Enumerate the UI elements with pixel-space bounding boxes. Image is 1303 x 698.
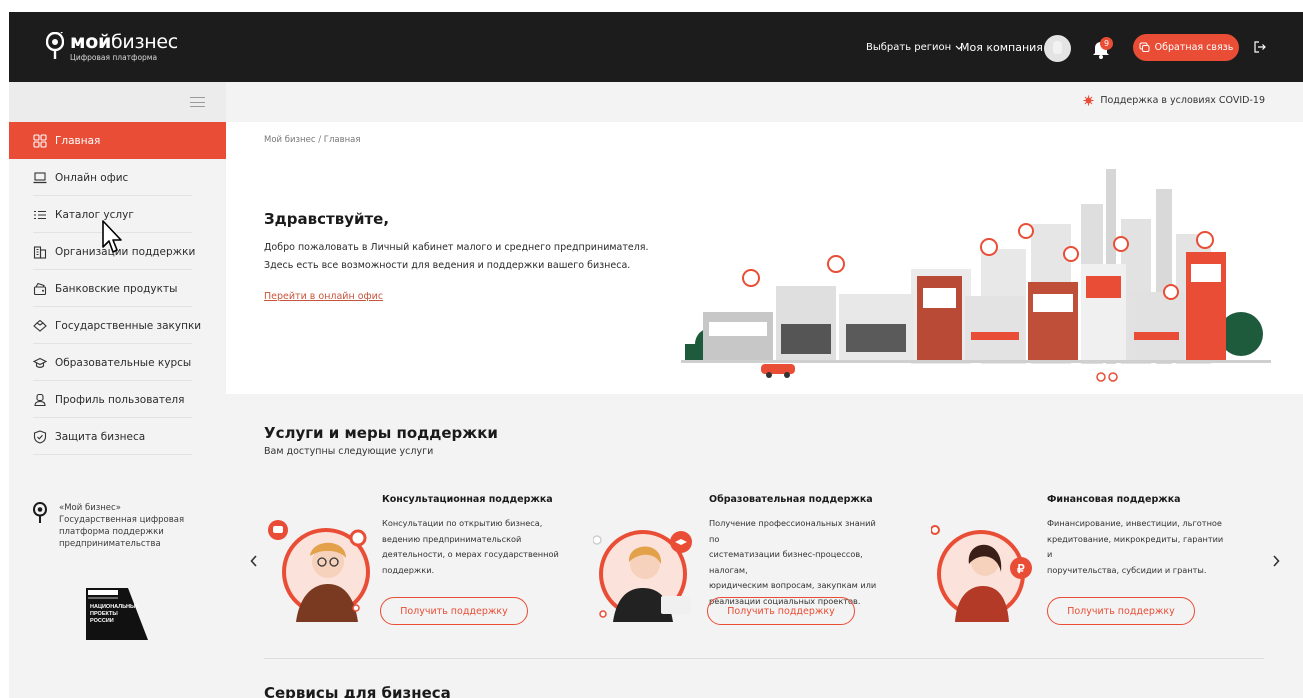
chevron-right-icon xyxy=(1273,555,1280,567)
sidebar-item-label: Главная xyxy=(55,134,101,147)
sidebar-item-label: Государственные закупки xyxy=(55,319,202,332)
service-card-line: юридическим вопросам, закупкам или xyxy=(709,580,877,590)
grid-icon xyxy=(33,133,47,148)
svg-text:₽: ₽ xyxy=(1017,562,1025,576)
service-card-line: Консультации по открытию бизнеса, xyxy=(382,518,543,528)
notification-badge: 9 xyxy=(1100,37,1113,50)
building-icon xyxy=(33,245,47,259)
chevron-left-icon xyxy=(250,555,257,567)
service-card-education: Образовательная поддержка Получение проф… xyxy=(593,492,893,632)
national-projects-logo: НАЦИОНАЛЬНЫЕ ПРОЕКТЫ РОССИИ xyxy=(86,588,148,640)
logout-icon[interactable] xyxy=(1253,40,1267,54)
service-card-line: поручительства, субсидии и гранты. xyxy=(1047,564,1207,575)
service-card-line: систематизации бизнес-процессов, налогам… xyxy=(709,549,863,575)
service-card-line: деятельности, о мерах государственной xyxy=(382,549,559,559)
student-illustration xyxy=(593,530,692,622)
welcome-text: Добро пожаловать в Личный кабинет малого… xyxy=(264,242,649,253)
sidebar-item-gov-purchases[interactable]: Государственные закупки xyxy=(9,307,226,344)
service-card-description: Финансирование, инвестиции, льготное кре… xyxy=(1047,516,1225,578)
np-logo-line: ПРОЕКТЫ xyxy=(90,611,118,617)
sidebar-item-label: Организации поддержки xyxy=(55,245,196,258)
logo-subtitle: Цифровая платформа xyxy=(70,53,158,62)
laptop-icon xyxy=(33,171,47,183)
logo-mark-icon xyxy=(33,502,47,523)
welcome-banner: Мой бизнес / Главная Здравствуйте, Добро… xyxy=(226,122,1303,394)
service-card-description: Получение профессиональных знаний по сис… xyxy=(709,516,887,609)
service-card-title: Консультационная поддержка xyxy=(382,494,553,505)
region-select[interactable]: Выбрать регион xyxy=(866,42,963,53)
my-company-link[interactable]: Моя компания xyxy=(960,41,1043,54)
handshake-icon xyxy=(33,319,47,332)
service-card-title: Финансовая поддержка xyxy=(1047,494,1181,505)
services-subtitle: Вам доступны следующие услуги xyxy=(264,446,434,457)
sidebar-item-business-protection[interactable]: Защита бизнеса xyxy=(9,418,226,455)
services-title: Услуги и меры поддержки xyxy=(264,424,498,442)
sidebar: Главная Онлайн офис Каталог услуг Органи… xyxy=(9,82,226,698)
shield-icon xyxy=(33,429,47,444)
platform-info-line: «Мой бизнес» xyxy=(59,503,121,513)
graduation-cap-icon xyxy=(33,357,47,368)
consultant-illustration xyxy=(268,520,370,622)
service-card-line: кредитование, микрокредиты, гарантии и xyxy=(1047,533,1224,560)
sidebar-item-profile[interactable]: Профиль пользователя xyxy=(9,381,226,418)
service-card-line: поддержки. xyxy=(382,564,435,575)
sidebar-item-label: Профиль пользователя xyxy=(55,393,185,406)
finance-illustration: ₽ xyxy=(931,525,1032,622)
avatar[interactable] xyxy=(1044,35,1071,62)
platform-info-line: предпринимательства xyxy=(59,539,161,549)
sidebar-item-label: Образовательные курсы xyxy=(55,356,192,369)
sidebar-item-online-office[interactable]: Онлайн офис xyxy=(9,159,226,196)
get-support-button[interactable]: Получить поддержку xyxy=(380,597,528,625)
logo-name-bold: мой xyxy=(70,31,111,53)
main-content: Поддержка в условиях COVID-19 Мой бизнес… xyxy=(226,82,1303,698)
get-support-button[interactable]: Получить поддержку xyxy=(1047,597,1195,625)
city-illustration xyxy=(681,169,1271,382)
covid-support-label: Поддержка в условиях COVID-19 xyxy=(1100,95,1265,106)
logo-mark-icon xyxy=(46,32,64,59)
np-logo-line: РОССИИ xyxy=(90,618,114,624)
platform-info-line: Государственная цифровая xyxy=(59,515,185,525)
menu-toggle-icon[interactable] xyxy=(190,97,205,107)
service-card-finance: ₽ Финансовая поддержка Финансирование, и… xyxy=(931,492,1231,632)
sidebar-item-home[interactable]: Главная xyxy=(9,122,226,159)
feedback-button-label: Обратная связь xyxy=(1154,42,1234,53)
sidebar-menu: Главная Онлайн офис Каталог услуг Органи… xyxy=(9,122,226,455)
sidebar-item-label: Защита бизнеса xyxy=(55,430,146,443)
list-icon xyxy=(34,210,46,219)
sidebar-item-bank-products[interactable]: Банковские продукты xyxy=(9,270,226,307)
sidebar-item-label: Онлайн офис xyxy=(55,171,129,184)
logo[interactable]: мойбизнес Цифровая платформа xyxy=(46,32,178,62)
user-icon xyxy=(34,393,46,406)
virus-icon xyxy=(1083,95,1094,106)
breadcrumb[interactable]: Мой бизнес / Главная xyxy=(264,135,361,145)
sidebar-item-courses[interactable]: Образовательные курсы xyxy=(9,344,226,381)
logo-name-rest: бизнес xyxy=(111,31,178,53)
np-logo-line: НАЦИОНАЛЬНЫЕ xyxy=(90,604,139,610)
mouse-cursor-icon xyxy=(102,220,122,253)
business-services-title: Сервисы для бизнеса xyxy=(264,684,451,698)
bank-icon xyxy=(33,282,47,295)
service-card-description: Консультации по открытию бизнеса, ведени… xyxy=(382,516,560,578)
service-card-line: Получение профессиональных знаний по xyxy=(709,518,876,544)
region-select-label: Выбрать регион xyxy=(866,42,952,53)
platform-info-line: платформа поддержки xyxy=(59,527,164,537)
section-divider xyxy=(264,658,1264,659)
page: мойбизнес Цифровая платформа Выбрать рег… xyxy=(0,0,1303,698)
carousel-next-button[interactable] xyxy=(1269,552,1283,571)
service-card-line: Финансирование, инвестиции, льготное xyxy=(1047,518,1222,528)
service-card-title: Образовательная поддержка xyxy=(709,494,873,505)
chat-icon xyxy=(1139,42,1150,52)
get-support-button[interactable]: Получить поддержку xyxy=(707,597,855,625)
feedback-button[interactable]: Обратная связь xyxy=(1133,34,1239,61)
sidebar-item-label: Банковские продукты xyxy=(55,282,178,295)
online-office-link[interactable]: Перейти в онлайн офис xyxy=(264,291,383,302)
service-card-consulting: Консультационная поддержка Консультации … xyxy=(266,492,566,632)
covid-support-link[interactable]: Поддержка в условиях COVID-19 xyxy=(1083,95,1265,106)
welcome-title: Здравствуйте, xyxy=(264,210,390,228)
service-card-line: ведению предпринимательской xyxy=(382,533,522,544)
top-header: мойбизнес Цифровая платформа Выбрать рег… xyxy=(9,12,1303,82)
welcome-text: Здесь есть все возможности для ведения и… xyxy=(264,260,631,271)
carousel-prev-button[interactable] xyxy=(247,552,261,571)
platform-info: «Мой бизнес» Государственная цифровая пл… xyxy=(33,502,189,550)
